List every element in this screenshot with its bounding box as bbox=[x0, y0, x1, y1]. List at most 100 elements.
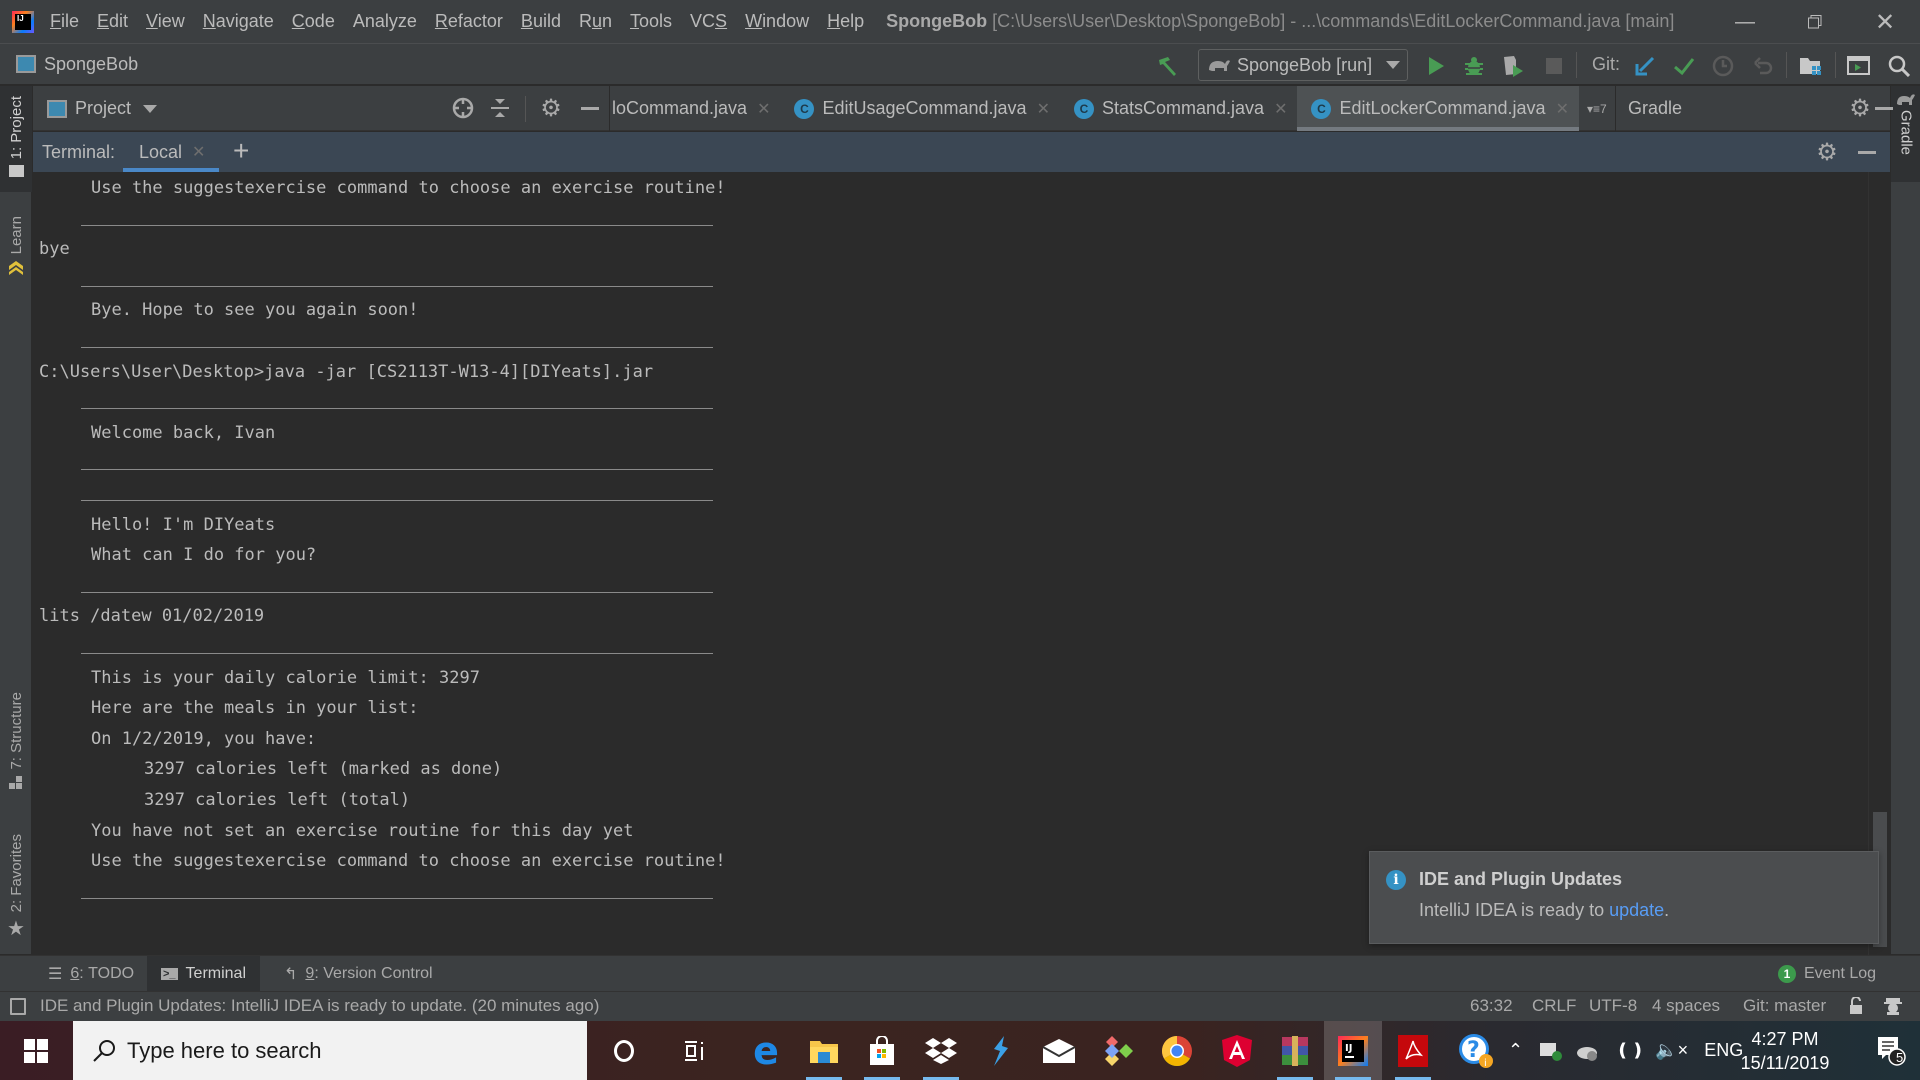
terminal-output[interactable]: Use the suggestexercise command to choos… bbox=[33, 172, 1868, 955]
terminal-settings-button[interactable]: ⚙ bbox=[1815, 139, 1839, 166]
menu-vcs[interactable]: VCS bbox=[690, 11, 727, 32]
stripe-tab-favorites[interactable]: 2: Favorites ★ bbox=[0, 834, 32, 944]
stop-button[interactable] bbox=[1542, 54, 1566, 78]
tool-tab-version-control[interactable]: ↰ 9: Version Control bbox=[270, 956, 447, 992]
run-with-coverage-button[interactable] bbox=[1501, 54, 1525, 78]
editor-tab[interactable]: loCommand.java ✕ bbox=[610, 86, 780, 131]
git-rollback-button[interactable] bbox=[1751, 54, 1775, 78]
start-button[interactable] bbox=[0, 1021, 72, 1080]
menu-window[interactable]: Window bbox=[745, 11, 809, 32]
taskbar-app-angular[interactable] bbox=[1208, 1021, 1266, 1080]
menu-tools[interactable]: Tools bbox=[630, 11, 672, 32]
menu-build[interactable]: Build bbox=[521, 11, 561, 32]
editor-tab[interactable]: C StatsCommand.java ✕ bbox=[1060, 86, 1297, 131]
wifi-icon[interactable]: ❪❫ bbox=[1615, 1040, 1645, 1061]
tool-tab-terminal[interactable]: >_ Terminal bbox=[147, 956, 261, 992]
editor-tab[interactable]: C EditUsageCommand.java ✕ bbox=[780, 86, 1060, 131]
volume-muted-icon[interactable]: 🔈× bbox=[1655, 1040, 1688, 1061]
collapse-all-button[interactable] bbox=[488, 96, 512, 120]
menu-run[interactable]: Run bbox=[579, 11, 612, 32]
search-icon bbox=[93, 1039, 115, 1062]
hide-project-pane-button[interactable] bbox=[578, 96, 602, 120]
taskbar-app-edge[interactable]: e bbox=[737, 1021, 795, 1080]
tab-overflow-button[interactable]: ▾≡ 7 bbox=[1579, 86, 1616, 131]
run-button[interactable] bbox=[1424, 54, 1448, 78]
restore-button[interactable] bbox=[1786, 0, 1844, 44]
menu-help[interactable]: Help bbox=[827, 11, 864, 32]
line-separator[interactable]: CRLF bbox=[1532, 996, 1576, 1016]
minimize-button[interactable]: — bbox=[1716, 0, 1774, 44]
terminal-scrollbar[interactable] bbox=[1868, 172, 1890, 955]
taskbar-app-acrobat[interactable] bbox=[1384, 1021, 1442, 1080]
project-view-select[interactable]: Project bbox=[75, 98, 131, 119]
menu-analyze[interactable]: Analyze bbox=[353, 11, 417, 32]
help-tray-button[interactable]: ? i bbox=[1458, 1033, 1494, 1069]
onedrive-cloud-icon[interactable] bbox=[1575, 1040, 1599, 1062]
taskbar-app-intellij[interactable]: IJ bbox=[1324, 1021, 1382, 1080]
file-encoding[interactable]: UTF-8 bbox=[1589, 996, 1637, 1016]
cortana-button[interactable] bbox=[595, 1021, 653, 1080]
terminal-tab-local[interactable]: Local ✕ bbox=[123, 132, 219, 172]
menu-refactor[interactable]: Refactor bbox=[435, 11, 503, 32]
close-tab-icon[interactable]: ✕ bbox=[192, 142, 205, 162]
minimize-icon bbox=[1858, 150, 1876, 154]
taskbar-app-dropbox[interactable] bbox=[912, 1021, 970, 1080]
stripe-tab-learn[interactable]: Learn bbox=[0, 216, 32, 296]
task-view-button[interactable] bbox=[666, 1021, 724, 1080]
taskbar-search-box[interactable]: Type here to search bbox=[73, 1021, 587, 1080]
read-only-toggle[interactable] bbox=[1848, 996, 1864, 1020]
taskbar-clock[interactable]: 4:27 PM 15/11/2019 bbox=[1735, 1027, 1835, 1075]
indent-setting[interactable]: 4 spaces bbox=[1652, 996, 1720, 1016]
menu-code[interactable]: Code bbox=[292, 11, 335, 32]
taskbar-app-gitkraken[interactable] bbox=[1090, 1021, 1148, 1080]
tool-tab-todo[interactable]: ☰ 6: TODO bbox=[34, 956, 148, 992]
toolbar-separator bbox=[1786, 52, 1787, 78]
search-everywhere-button[interactable] bbox=[1887, 54, 1911, 78]
run-anything-button[interactable] bbox=[1847, 54, 1871, 78]
stripe-tab-structure[interactable]: 7: Structure bbox=[0, 692, 32, 802]
new-terminal-session-button[interactable]: + bbox=[233, 136, 249, 166]
taskbar-app-chrome[interactable] bbox=[1148, 1021, 1206, 1080]
event-log-button[interactable]: 1 Event Log bbox=[1778, 956, 1876, 992]
taskbar-app-file-explorer[interactable] bbox=[795, 1021, 853, 1080]
status-message[interactable]: IDE and Plugin Updates: IntelliJ IDEA is… bbox=[40, 996, 599, 1016]
menu-navigate[interactable]: Navigate bbox=[203, 11, 274, 32]
close-window-button[interactable]: ✕ bbox=[1856, 0, 1914, 44]
close-tab-icon[interactable]: ✕ bbox=[1274, 99, 1287, 119]
breadcrumb-project[interactable]: SpongeBob bbox=[44, 54, 138, 75]
git-branch[interactable]: Git: master bbox=[1743, 996, 1826, 1016]
locate-file-button[interactable] bbox=[451, 96, 475, 120]
taskbar-app-winrar[interactable] bbox=[1266, 1021, 1324, 1080]
menu-edit[interactable]: Edit bbox=[97, 11, 128, 32]
run-configuration-select[interactable]: SpongeBob [run] bbox=[1198, 49, 1408, 81]
taskbar-app-mail[interactable] bbox=[1030, 1021, 1088, 1080]
menu-file[interactable]: File bbox=[50, 11, 79, 32]
build-button[interactable] bbox=[1156, 54, 1180, 78]
debug-button[interactable] bbox=[1462, 54, 1486, 78]
caret-position[interactable]: 63:32 bbox=[1470, 996, 1513, 1016]
editor-tab-active[interactable]: C EditLockerCommand.java ✕ bbox=[1297, 86, 1579, 131]
git-commit-button[interactable] bbox=[1672, 54, 1696, 78]
taskbar-app-visual-studio-code[interactable] bbox=[972, 1021, 1030, 1080]
hide-gradle-pane-button[interactable] bbox=[1872, 96, 1896, 120]
device-tray-icon[interactable] bbox=[1539, 1040, 1563, 1062]
git-history-button[interactable] bbox=[1711, 54, 1735, 78]
close-tab-icon[interactable]: ✕ bbox=[1556, 99, 1569, 119]
action-center-button[interactable]: 5 bbox=[1862, 1021, 1920, 1080]
update-link[interactable]: update bbox=[1609, 900, 1664, 920]
toggle-tool-buttons-icon[interactable] bbox=[10, 998, 26, 1015]
taskbar-app-store[interactable] bbox=[853, 1021, 911, 1080]
chevron-down-icon[interactable] bbox=[143, 104, 158, 113]
git-update-button[interactable] bbox=[1633, 54, 1657, 78]
inspection-profile-button[interactable] bbox=[1883, 996, 1903, 1021]
stripe-tab-project[interactable]: 1: Project bbox=[0, 86, 32, 192]
project-settings-button[interactable]: ⚙ bbox=[539, 95, 563, 122]
menu-view[interactable]: View bbox=[146, 11, 185, 32]
collapse-icon bbox=[491, 99, 509, 117]
show-hidden-icons-button[interactable]: ⌃ bbox=[1508, 1040, 1523, 1061]
close-tab-icon[interactable]: ✕ bbox=[757, 99, 770, 119]
hide-terminal-button[interactable] bbox=[1855, 140, 1879, 164]
gradle-settings-button[interactable]: ⚙ bbox=[1848, 95, 1872, 122]
project-structure-button[interactable] bbox=[1799, 54, 1823, 78]
close-tab-icon[interactable]: ✕ bbox=[1037, 99, 1050, 119]
